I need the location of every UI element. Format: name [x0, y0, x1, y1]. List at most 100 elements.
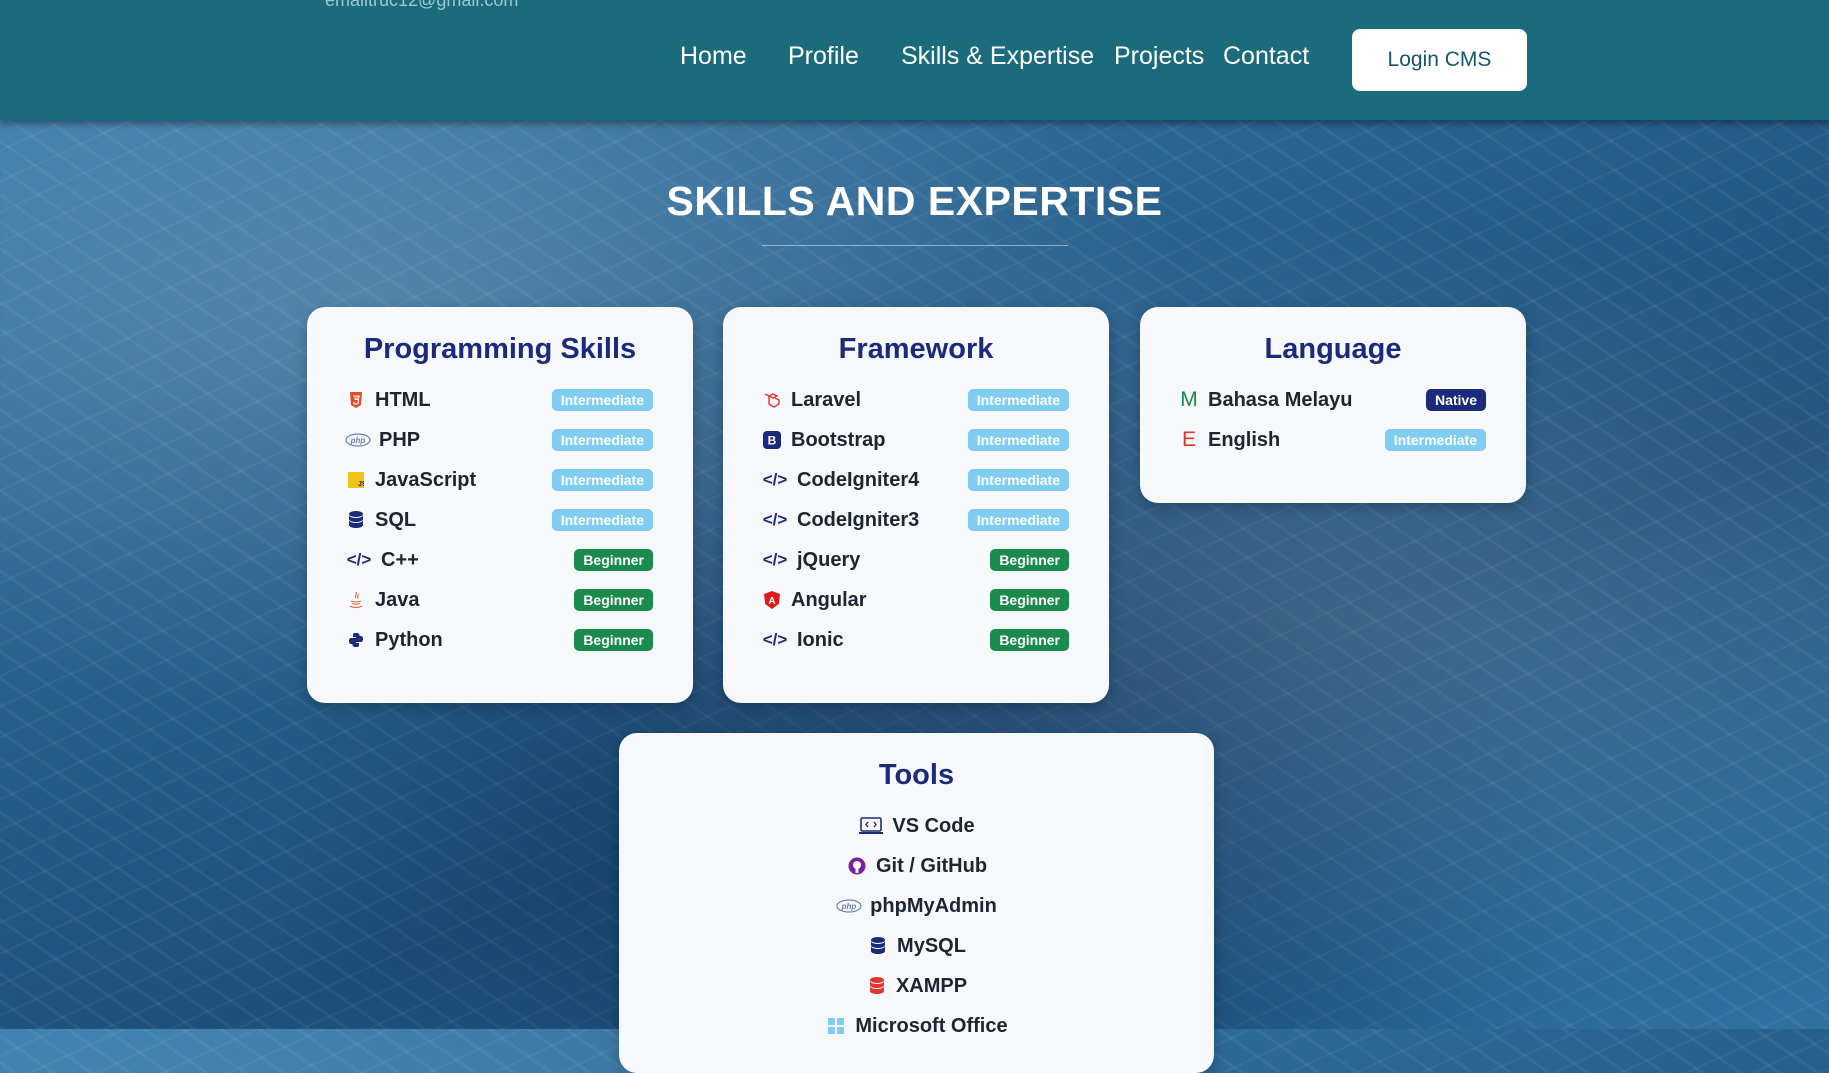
- skill-row: Python Beginner: [345, 625, 653, 655]
- level-badge: Beginner: [574, 589, 653, 611]
- letter-e-icon: E: [1181, 428, 1196, 451]
- nav-profile[interactable]: Profile: [788, 42, 859, 71]
- title-divider: [762, 245, 1068, 246]
- skill-row: Laravel Intermediate: [761, 385, 1069, 415]
- xampp-icon: [866, 975, 888, 997]
- level-badge: Intermediate: [967, 509, 1069, 531]
- skill-name: C++: [381, 548, 419, 571]
- skill-name: Bahasa Melayu: [1208, 388, 1353, 411]
- skill-row: </> Ionic Beginner: [761, 625, 1069, 655]
- section-title: SKILLS AND EXPERTISE: [666, 178, 1163, 224]
- code-icon: </>: [762, 510, 788, 529]
- tool-row: php phpMyAdmin: [619, 891, 1214, 921]
- card-title: Framework: [838, 333, 994, 365]
- skill-row: </> CodeIgniter4 Intermediate: [761, 465, 1069, 495]
- code-icon: </>: [762, 470, 788, 489]
- language-card: Language M Bahasa Melayu Native E Englis…: [1140, 307, 1526, 503]
- tool-row: Microsoft Office: [619, 1011, 1214, 1041]
- skill-row: JS JavaScript Intermediate: [345, 465, 653, 495]
- tool-row: VS Code: [619, 811, 1214, 841]
- nav-contact[interactable]: Contact: [1223, 42, 1309, 71]
- level-badge: Beginner: [574, 549, 653, 571]
- skill-name: HTML: [375, 388, 431, 411]
- card-title: Language: [1264, 333, 1402, 365]
- skill-row: </> jQuery Beginner: [761, 545, 1069, 575]
- svg-text:A: A: [768, 596, 775, 607]
- skill-name: jQuery: [797, 548, 861, 571]
- javascript-icon: JS: [345, 469, 367, 491]
- svg-text:php: php: [350, 436, 366, 445]
- nav-home[interactable]: Home: [680, 42, 747, 71]
- level-badge: Beginner: [990, 589, 1069, 611]
- skill-row: </> CodeIgniter3 Intermediate: [761, 505, 1069, 535]
- python-icon: [345, 629, 367, 651]
- skill-row: Java Beginner: [345, 585, 653, 615]
- login-cms-button[interactable]: Login CMS: [1352, 29, 1527, 91]
- php-icon: php: [345, 429, 371, 451]
- skill-name: English: [1208, 428, 1281, 451]
- angular-icon: A: [761, 589, 783, 611]
- skill-name: Laravel: [791, 388, 862, 411]
- skill-row: HTML Intermediate: [345, 385, 653, 415]
- skill-name: JavaScript: [375, 468, 477, 491]
- level-badge: Intermediate: [1384, 429, 1486, 451]
- level-badge: Intermediate: [551, 389, 653, 411]
- html5-icon: [345, 389, 367, 411]
- letter-m-icon: M: [1180, 388, 1198, 411]
- card-title: Programming Skills: [363, 333, 637, 365]
- skill-row: SQL Intermediate: [345, 505, 653, 535]
- svg-text:php: php: [841, 902, 857, 911]
- tool-row: Git / GitHub: [619, 851, 1214, 881]
- skill-name: Python: [375, 628, 443, 651]
- skill-name: CodeIgniter3: [797, 508, 920, 531]
- framework-card: Framework Laravel Intermediate B Bootstr…: [723, 307, 1109, 703]
- tool-name: Microsoft Office: [855, 1014, 1008, 1037]
- navbar: emailtruc12@gmail.com Home Profile Skill…: [0, 0, 1829, 120]
- skill-name: Ionic: [797, 628, 844, 651]
- code-icon: </>: [762, 630, 788, 649]
- java-icon: [345, 589, 367, 611]
- skill-name: CodeIgniter4: [797, 468, 920, 491]
- skill-name: SQL: [375, 508, 417, 531]
- svg-text:B: B: [768, 434, 777, 448]
- nav-skills[interactable]: Skills & Expertise: [901, 42, 1094, 71]
- skill-row: M Bahasa Melayu Native: [1178, 385, 1486, 415]
- svg-text:JS: JS: [358, 481, 364, 488]
- level-badge: Intermediate: [551, 509, 653, 531]
- programming-skills-card: Programming Skills HTML Intermediate php…: [307, 307, 693, 703]
- tool-name: XAMPP: [895, 974, 968, 997]
- tool-row: MySQL: [619, 931, 1214, 961]
- bootstrap-icon: B: [761, 429, 783, 451]
- tool-name: Git / GitHub: [875, 854, 988, 877]
- php-icon: php: [836, 895, 862, 917]
- code-icon: </>: [762, 550, 788, 569]
- header-email: emailtruc12@gmail.com: [325, 0, 519, 10]
- level-badge: Beginner: [990, 549, 1069, 571]
- nav-projects[interactable]: Projects: [1114, 42, 1204, 71]
- database-icon: [867, 935, 889, 957]
- level-badge: Beginner: [990, 629, 1069, 651]
- tool-row: XAMPP: [619, 971, 1214, 1001]
- skill-name: Java: [375, 588, 420, 611]
- level-badge: Intermediate: [967, 389, 1069, 411]
- level-badge: Intermediate: [551, 469, 653, 491]
- skill-name: Bootstrap: [791, 428, 886, 451]
- skill-row: </> C++ Beginner: [345, 545, 653, 575]
- skill-row: E English Intermediate: [1178, 425, 1486, 455]
- database-icon: [345, 509, 367, 531]
- skill-row: B Bootstrap Intermediate: [761, 425, 1069, 455]
- level-badge: Intermediate: [551, 429, 653, 451]
- tool-name: phpMyAdmin: [870, 894, 997, 917]
- level-badge: Native: [1425, 389, 1486, 411]
- windows-icon: [825, 1015, 847, 1037]
- skill-row: A Angular Beginner: [761, 585, 1069, 615]
- laravel-icon: [761, 389, 783, 411]
- vscode-icon: [858, 815, 884, 837]
- level-badge: Intermediate: [967, 469, 1069, 491]
- code-icon: </>: [346, 550, 372, 569]
- skill-row: php PHP Intermediate: [345, 425, 653, 455]
- skill-name: PHP: [379, 428, 421, 451]
- level-badge: Intermediate: [967, 429, 1069, 451]
- level-badge: Beginner: [574, 629, 653, 651]
- card-title: Tools: [878, 759, 955, 791]
